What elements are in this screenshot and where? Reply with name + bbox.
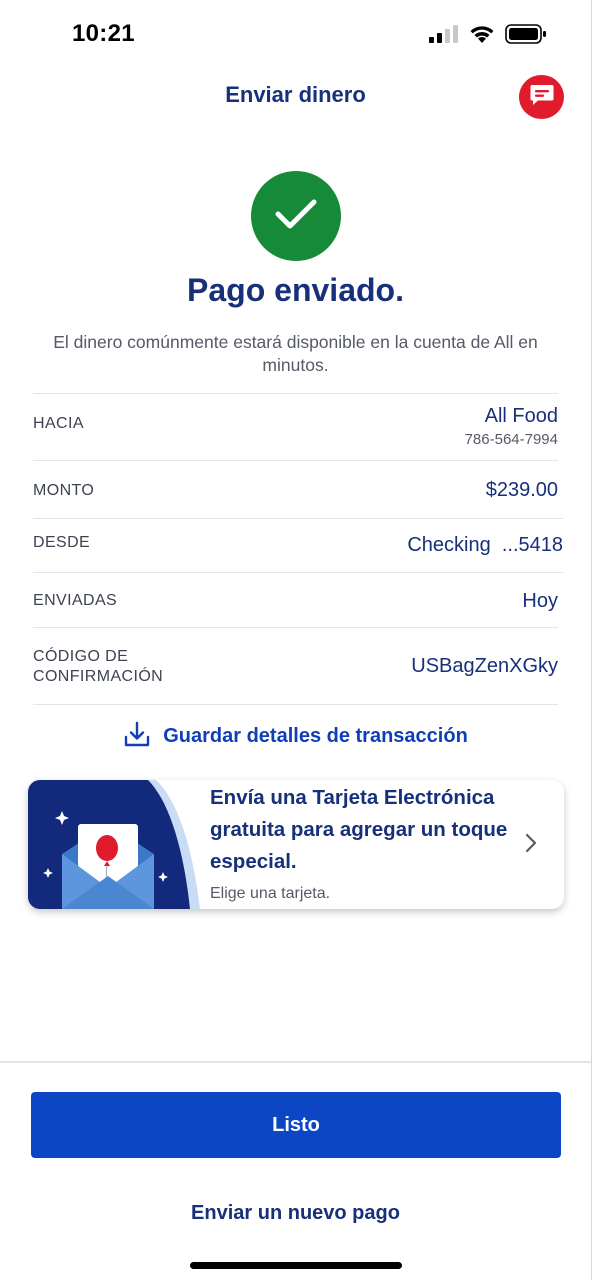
chat-icon	[529, 83, 555, 112]
chat-button[interactable]	[519, 75, 564, 119]
wifi-icon	[469, 24, 495, 49]
from-value: Checking ...5418	[407, 534, 563, 556]
sent-label: ENVIADAS	[33, 592, 118, 609]
checkmark-icon	[274, 197, 318, 236]
battery-icon	[505, 24, 547, 49]
envelope-balloon-icon	[28, 780, 228, 909]
download-icon	[123, 720, 151, 753]
detail-row-to: HACIA All Food 786-564-7994	[33, 393, 558, 460]
to-name: All Food	[484, 405, 558, 427]
to-phone: 786-564-7994	[464, 431, 558, 448]
from-label: DESDE	[33, 534, 91, 551]
cellular-signal-icon	[429, 25, 459, 48]
save-transaction-details-link[interactable]: Guardar detalles de transacción	[0, 720, 591, 753]
confirmation-subtitle: El dinero comúnmente estará disponible e…	[53, 332, 538, 375]
payment-confirmation-screen: 10:21 Enviar dinero Pago enviado. El din…	[0, 0, 592, 1280]
to-label: HACIA	[33, 415, 84, 432]
ecard-subtitle: Elige una tarjeta.	[210, 885, 331, 902]
status-time: 10:21	[72, 20, 135, 47]
detail-row-amount: MONTO $239.00	[33, 460, 558, 518]
sent-value: Hoy	[522, 590, 558, 612]
amount-value: $239.00	[485, 479, 558, 501]
success-badge	[251, 171, 341, 261]
ecard-promo-card[interactable]: Envía una Tarjeta Electrónica gratuita p…	[28, 780, 564, 909]
save-link-label: Guardar detalles de transacción	[163, 725, 468, 747]
new-payment-link[interactable]: Enviar un nuevo pago	[0, 1202, 591, 1225]
done-button[interactable]: Listo	[31, 1092, 561, 1158]
amount-label: MONTO	[33, 482, 95, 499]
detail-row-sent: ENVIADAS Hoy	[33, 572, 563, 627]
home-indicator	[190, 1262, 402, 1269]
status-icons	[429, 24, 547, 49]
detail-row-confirmation-code: CÓDIGO DE CONFIRMACIÓN USBagZenXGky	[33, 627, 558, 705]
page-title: Enviar dinero	[225, 82, 366, 107]
confirmation-title: Pago enviado.	[187, 272, 404, 308]
detail-row-from: DESDE Checking ...5418	[33, 518, 563, 572]
confirmation-code-label: CÓDIGO DE CONFIRMACIÓN	[33, 648, 164, 685]
bottom-divider	[0, 1061, 591, 1063]
ecard-title: Envía una Tarjeta Electrónica gratuita p…	[210, 786, 508, 873]
chevron-right-icon	[524, 832, 538, 859]
confirmation-code-value: USBagZenXGky	[411, 655, 558, 677]
